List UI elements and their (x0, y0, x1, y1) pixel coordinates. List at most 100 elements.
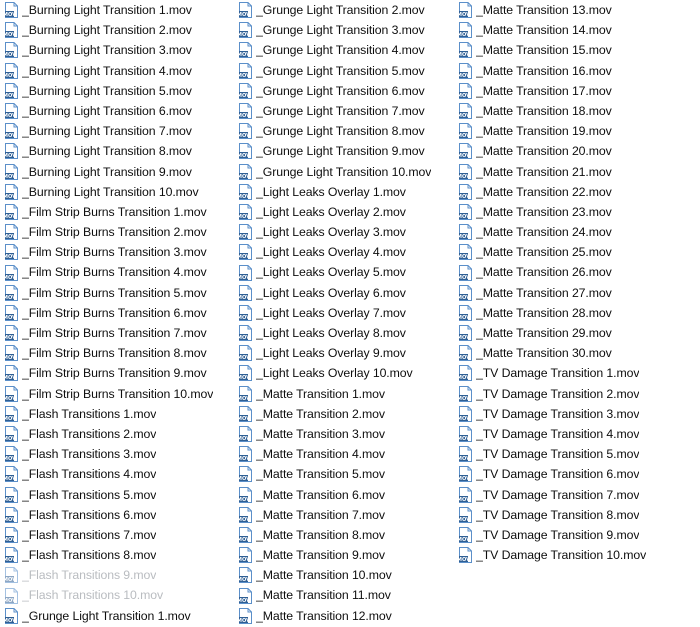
file-list-item[interactable]: MOV_Light Leaks Overlay 3.mov (236, 222, 456, 242)
file-list-item[interactable]: MOV_Matte Transition 13.mov (456, 0, 700, 20)
file-list-item[interactable]: MOV_Film Strip Burns Transition 4.mov (2, 262, 236, 282)
file-list-item[interactable]: MOV_Grunge Light Transition 6.mov (236, 81, 456, 101)
file-list-item[interactable]: MOV_Grunge Light Transition 8.mov (236, 121, 456, 141)
file-list-item[interactable]: MOV_Light Leaks Overlay 6.mov (236, 283, 456, 303)
file-list-item[interactable]: MOV_Matte Transition 6.mov (236, 485, 456, 505)
file-list-item[interactable]: MOV_Film Strip Burns Transition 3.mov (2, 242, 236, 262)
file-list-item[interactable]: MOV_Flash Transitions 3.mov (2, 444, 236, 464)
file-list-item[interactable]: MOV_Matte Transition 5.mov (236, 464, 456, 484)
file-list-item[interactable]: MOV_Burning Light Transition 10.mov (2, 182, 236, 202)
file-list-item[interactable]: MOV_Matte Transition 29.mov (456, 323, 700, 343)
svg-text:MOV: MOV (458, 194, 470, 200)
file-list-item[interactable]: MOV_Flash Transitions 2.mov (2, 424, 236, 444)
file-list-item[interactable]: MOV_Matte Transition 28.mov (456, 303, 700, 323)
file-list-item[interactable]: MOV_TV Damage Transition 6.mov (456, 464, 700, 484)
file-list-item[interactable]: MOV_TV Damage Transition 1.mov (456, 363, 700, 383)
file-list-item[interactable]: MOV_Matte Transition 30.mov (456, 343, 700, 363)
file-list-item[interactable]: MOV_Matte Transition 11.mov (236, 585, 456, 605)
file-list-item[interactable]: MOV_Matte Transition 17.mov (456, 81, 700, 101)
file-list-item[interactable]: MOV_TV Damage Transition 8.mov (456, 505, 700, 525)
file-list-item[interactable]: MOV_Matte Transition 18.mov (456, 101, 700, 121)
file-list-item[interactable]: MOV_Matte Transition 26.mov (456, 262, 700, 282)
file-list-item[interactable]: MOV_Burning Light Transition 2.mov (2, 20, 236, 40)
mov-file-icon: MOV (458, 83, 474, 99)
file-list-item[interactable]: MOV_Matte Transition 12.mov (236, 606, 456, 626)
file-list-item[interactable]: MOV_TV Damage Transition 5.mov (456, 444, 700, 464)
file-list-item[interactable]: MOV_Matte Transition 14.mov (456, 20, 700, 40)
file-name-label: _Light Leaks Overlay 5.mov (256, 262, 406, 282)
file-list-item[interactable]: MOV_Burning Light Transition 5.mov (2, 81, 236, 101)
file-list-item[interactable]: MOV_Burning Light Transition 6.mov (2, 101, 236, 121)
file-list-item[interactable]: MOV_Grunge Light Transition 3.mov (236, 20, 456, 40)
file-list-item[interactable]: MOV_Burning Light Transition 9.mov (2, 162, 236, 182)
svg-text:MOV: MOV (238, 234, 250, 240)
file-list-item[interactable]: MOV_Matte Transition 20.mov (456, 141, 700, 161)
file-list-item[interactable]: MOV_Matte Transition 2.mov (236, 404, 456, 424)
mov-file-icon: MOV (4, 547, 20, 563)
file-list-item[interactable]: MOV_Matte Transition 21.mov (456, 162, 700, 182)
file-list-item[interactable]: MOV_Light Leaks Overlay 1.mov (236, 182, 456, 202)
file-list-item[interactable]: MOV_Film Strip Burns Transition 6.mov (2, 303, 236, 323)
file-list-item[interactable]: MOV_Light Leaks Overlay 4.mov (236, 242, 456, 262)
file-list-item[interactable]: MOV_Light Leaks Overlay 5.mov (236, 262, 456, 282)
file-list-item[interactable]: MOV_Burning Light Transition 7.mov (2, 121, 236, 141)
file-list-item[interactable]: MOV_Film Strip Burns Transition 5.mov (2, 283, 236, 303)
file-list-item[interactable]: MOV_Flash Transitions 10.mov (2, 585, 236, 605)
file-list-item[interactable]: MOV_Grunge Light Transition 5.mov (236, 61, 456, 81)
file-list-item[interactable]: MOV_Light Leaks Overlay 2.mov (236, 202, 456, 222)
file-list-item[interactable]: MOV_TV Damage Transition 3.mov (456, 404, 700, 424)
file-list-item[interactable]: MOV_Matte Transition 22.mov (456, 182, 700, 202)
svg-text:MOV: MOV (4, 113, 16, 119)
file-list-item[interactable]: MOV_Matte Transition 7.mov (236, 505, 456, 525)
file-list-item[interactable]: MOV_Grunge Light Transition 10.mov (236, 162, 456, 182)
file-list-item[interactable]: MOV_Matte Transition 4.mov (236, 444, 456, 464)
file-list-item[interactable]: MOV_Burning Light Transition 3.mov (2, 40, 236, 60)
file-list-item[interactable]: MOV_Light Leaks Overlay 10.mov (236, 363, 456, 383)
file-name-label: _Flash Transitions 9.mov (22, 565, 156, 585)
file-list-item[interactable]: MOV_Flash Transitions 7.mov (2, 525, 236, 545)
file-list-item[interactable]: MOV_Film Strip Burns Transition 9.mov (2, 363, 236, 383)
file-list-item[interactable]: MOV_Film Strip Burns Transition 7.mov (2, 323, 236, 343)
file-list-item[interactable]: MOV_Grunge Light Transition 7.mov (236, 101, 456, 121)
file-list-item[interactable]: MOV_Flash Transitions 6.mov (2, 505, 236, 525)
file-list-item[interactable]: MOV_Light Leaks Overlay 9.mov (236, 343, 456, 363)
file-list-item[interactable]: MOV_Matte Transition 25.mov (456, 242, 700, 262)
file-list-item[interactable]: MOV_TV Damage Transition 2.mov (456, 384, 700, 404)
file-list-item[interactable]: MOV_Flash Transitions 9.mov (2, 565, 236, 585)
file-list-item[interactable]: MOV_Matte Transition 23.mov (456, 202, 700, 222)
file-list-item[interactable]: MOV_Matte Transition 24.mov (456, 222, 700, 242)
file-list-item[interactable]: MOV_Burning Light Transition 8.mov (2, 141, 236, 161)
file-list-item[interactable]: MOV_Burning Light Transition 1.mov (2, 0, 236, 20)
file-list-view[interactable]: MOV_Burning Light Transition 1.movMOV_Bu… (0, 0, 700, 627)
file-name-label: _TV Damage Transition 2.mov (476, 384, 639, 404)
file-list-item[interactable]: MOV_Film Strip Burns Transition 2.mov (2, 222, 236, 242)
file-list-item[interactable]: MOV_Matte Transition 8.mov (236, 525, 456, 545)
file-list-item[interactable]: MOV_Burning Light Transition 4.mov (2, 61, 236, 81)
file-list-item[interactable]: MOV_Film Strip Burns Transition 1.mov (2, 202, 236, 222)
file-list-item[interactable]: MOV_Matte Transition 19.mov (456, 121, 700, 141)
file-list-item[interactable]: MOV_Grunge Light Transition 9.mov (236, 141, 456, 161)
file-list-item[interactable]: MOV_Matte Transition 9.mov (236, 545, 456, 565)
file-list-item[interactable]: MOV_Matte Transition 15.mov (456, 40, 700, 60)
file-list-item[interactable]: MOV_Light Leaks Overlay 8.mov (236, 323, 456, 343)
file-list-item[interactable]: MOV_Film Strip Burns Transition 8.mov (2, 343, 236, 363)
file-list-item[interactable]: MOV_Grunge Light Transition 1.mov (2, 606, 236, 626)
file-list-item[interactable]: MOV_Flash Transitions 5.mov (2, 485, 236, 505)
file-list-item[interactable]: MOV_TV Damage Transition 10.mov (456, 545, 700, 565)
file-list-item[interactable]: MOV_TV Damage Transition 7.mov (456, 485, 700, 505)
file-list-item[interactable]: MOV_TV Damage Transition 9.mov (456, 525, 700, 545)
file-list-item[interactable]: MOV_Matte Transition 3.mov (236, 424, 456, 444)
file-list-item[interactable]: MOV_Matte Transition 1.mov (236, 384, 456, 404)
file-list-item[interactable]: MOV_Grunge Light Transition 2.mov (236, 0, 456, 20)
file-name-label: _Film Strip Burns Transition 1.mov (22, 202, 207, 222)
file-list-item[interactable]: MOV_Matte Transition 27.mov (456, 283, 700, 303)
file-list-item[interactable]: MOV_Flash Transitions 8.mov (2, 545, 236, 565)
file-list-item[interactable]: MOV_Film Strip Burns Transition 10.mov (2, 384, 236, 404)
file-list-item[interactable]: MOV_Matte Transition 16.mov (456, 61, 700, 81)
file-list-item[interactable]: MOV_Grunge Light Transition 4.mov (236, 40, 456, 60)
file-list-item[interactable]: MOV_Flash Transitions 4.mov (2, 464, 236, 484)
file-list-item[interactable]: MOV_Flash Transitions 1.mov (2, 404, 236, 424)
file-list-item[interactable]: MOV_Light Leaks Overlay 7.mov (236, 303, 456, 323)
file-list-item[interactable]: MOV_Matte Transition 10.mov (236, 565, 456, 585)
file-list-item[interactable]: MOV_TV Damage Transition 4.mov (456, 424, 700, 444)
